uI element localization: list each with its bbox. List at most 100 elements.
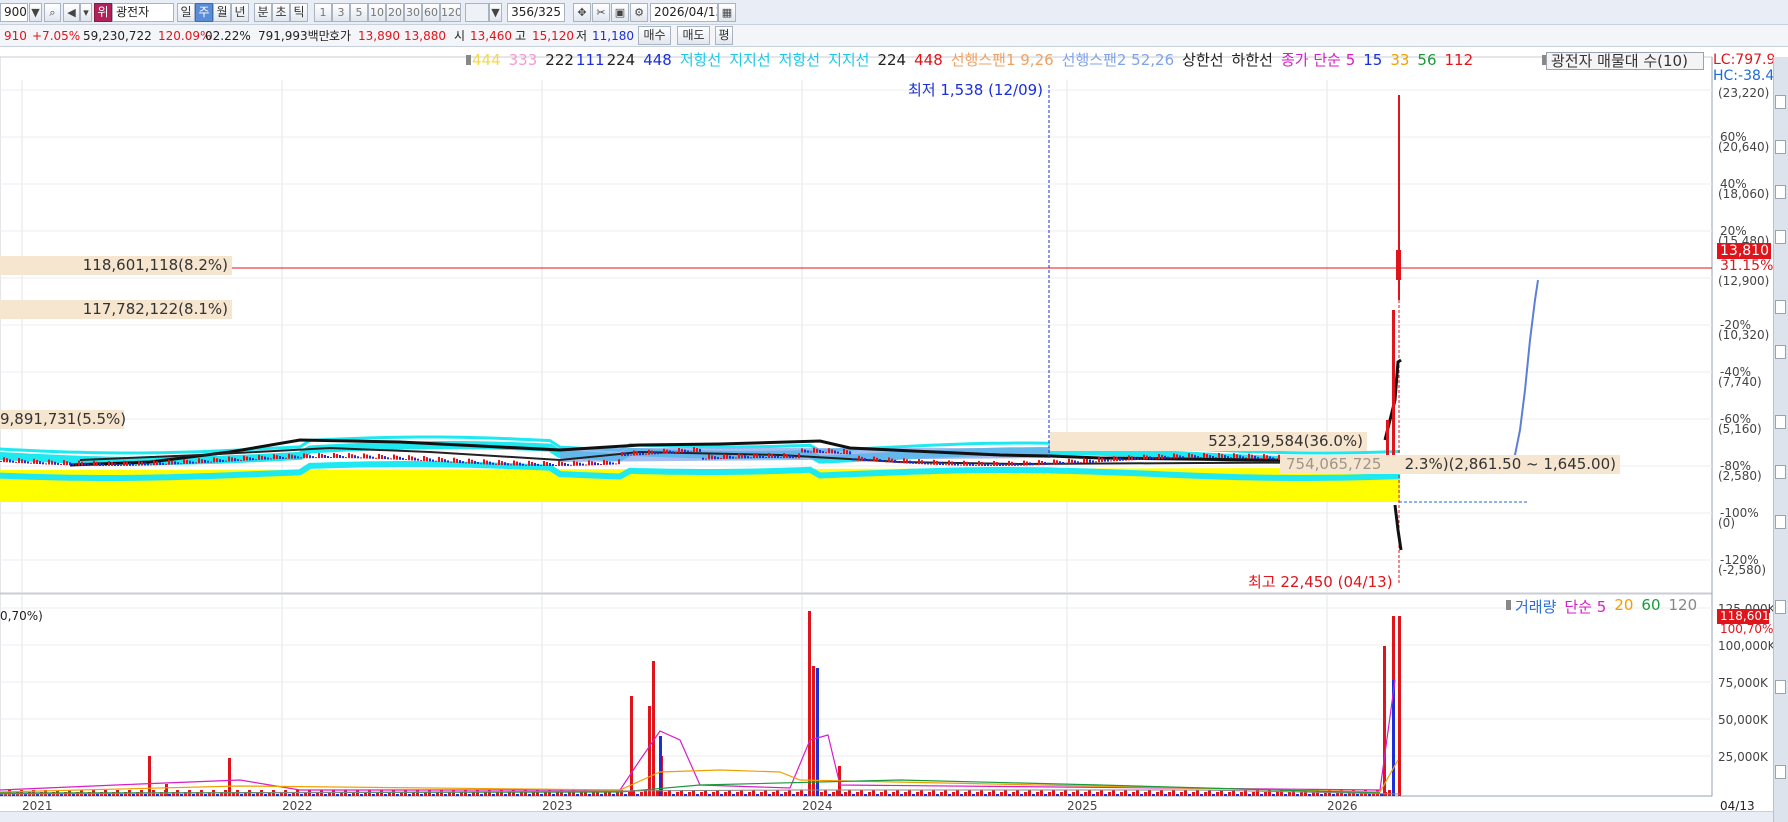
volume-bar	[1072, 792, 1075, 796]
candle	[831, 449, 833, 454]
candle	[288, 453, 290, 459]
volume-legend-item[interactable]: 20	[1614, 596, 1633, 614]
candle	[39, 461, 41, 465]
legend-item[interactable]: 선행스팬2 52,26	[1062, 50, 1174, 70]
legend-item[interactable]: 224	[877, 50, 906, 70]
candle	[645, 453, 647, 455]
legend-handle[interactable]	[1506, 600, 1511, 610]
candle	[921, 460, 923, 465]
candle	[318, 453, 320, 459]
candle	[528, 460, 530, 466]
volume-bar	[168, 794, 171, 796]
side-tool-button[interactable]	[1775, 140, 1786, 154]
volume-bar	[800, 790, 803, 796]
candle	[342, 456, 344, 459]
volume-bar	[1140, 794, 1143, 796]
candle	[552, 464, 554, 466]
candle	[372, 456, 374, 459]
candle	[456, 458, 458, 463]
legend-handle[interactable]	[466, 55, 471, 65]
candle	[465, 462, 467, 464]
volume-bar	[944, 790, 947, 796]
volume-bar	[1068, 794, 1071, 796]
volume-bar	[500, 790, 503, 796]
legend-item[interactable]: 448	[643, 50, 672, 70]
candle	[624, 453, 626, 456]
legend-item[interactable]: 지지선	[729, 50, 770, 70]
candle	[942, 463, 944, 466]
side-tool-button[interactable]	[1775, 465, 1786, 479]
volume-bar	[1284, 794, 1287, 796]
volume-bar	[380, 790, 383, 796]
legend-item[interactable]: 저항선	[779, 50, 820, 70]
volume-profile-button[interactable]: 광전자 매물대 수(10)	[1546, 52, 1704, 70]
candle	[894, 459, 896, 463]
legend-item[interactable]: 선행스팬1 9,26	[951, 50, 1054, 70]
candle	[969, 462, 971, 466]
side-tool-button[interactable]	[1775, 230, 1786, 244]
highest-price-label: 최고 22,450 (04/13)	[1248, 573, 1393, 591]
volume-axis-value: 100,000K	[1718, 639, 1776, 653]
volume-bar	[640, 792, 643, 796]
side-tool-button[interactable]	[1775, 515, 1786, 529]
candle	[393, 454, 395, 460]
volume-profile-label-2: 117,782,122(8.1%)	[0, 300, 232, 319]
volume-bar	[1368, 794, 1371, 796]
volume-bar	[748, 792, 751, 796]
side-tool-button[interactable]	[1775, 95, 1786, 109]
legend-item[interactable]: 111	[576, 50, 605, 70]
legend-item[interactable]: 저항선	[680, 50, 721, 70]
volume-bar	[1020, 794, 1023, 796]
side-tool-button[interactable]	[1775, 185, 1786, 199]
volume-legend-item[interactable]: 단순 5	[1564, 596, 1606, 617]
volume-legend-item[interactable]: 거래량	[1515, 596, 1556, 617]
legend-item[interactable]: 종가 단순 5	[1281, 50, 1355, 70]
legend-item[interactable]: 333	[509, 50, 538, 70]
candle	[582, 463, 584, 466]
candle	[150, 464, 152, 466]
candle	[618, 459, 620, 465]
volume-bar	[1260, 794, 1263, 796]
volume-legend-item[interactable]: 60	[1641, 596, 1660, 614]
volume-bar	[636, 794, 639, 796]
side-tool-button[interactable]	[1775, 600, 1786, 614]
legend-item[interactable]: 상한선	[1182, 50, 1223, 70]
candle	[339, 455, 341, 458]
legend-item[interactable]: 222	[545, 50, 574, 70]
scroll-bar[interactable]	[0, 811, 1773, 822]
candle	[867, 459, 869, 462]
candle	[480, 463, 482, 465]
side-tool-button[interactable]	[1775, 300, 1786, 314]
legend-item[interactable]: 33	[1390, 50, 1409, 70]
candle	[78, 460, 80, 466]
current-percent-tag: 31.15%	[1720, 258, 1774, 274]
candle	[900, 462, 902, 464]
side-tool-button[interactable]	[1775, 680, 1786, 694]
volume-bar	[1168, 792, 1171, 796]
side-tool-button[interactable]	[1775, 345, 1786, 359]
legend-item[interactable]: 하한선	[1232, 50, 1273, 70]
side-tool-button[interactable]	[1775, 765, 1786, 779]
legend-item[interactable]: 224	[607, 50, 636, 70]
legend-item[interactable]: 444	[472, 50, 501, 70]
candle	[399, 456, 401, 460]
chart-canvas[interactable]	[0, 0, 1773, 811]
volume-bar	[204, 794, 207, 796]
volume-legend-item[interactable]: 120	[1669, 596, 1698, 614]
volume-bar	[664, 792, 667, 796]
volume-bar	[772, 792, 775, 796]
candle	[981, 462, 983, 466]
candle	[945, 464, 947, 466]
side-tool-button[interactable]	[1775, 415, 1786, 429]
legend-item[interactable]: 지지선	[828, 50, 869, 70]
legend-item[interactable]: 56	[1417, 50, 1436, 70]
volume-axis-value: 50,000K	[1718, 713, 1768, 727]
candle	[315, 457, 317, 459]
legend-item[interactable]: 448	[914, 50, 943, 70]
candle	[378, 453, 380, 459]
volume-bar	[812, 666, 815, 796]
legend-item[interactable]: 112	[1445, 50, 1474, 70]
volume-bar	[1204, 792, 1207, 796]
legend-item[interactable]: 15	[1363, 50, 1382, 70]
candle	[396, 455, 398, 460]
